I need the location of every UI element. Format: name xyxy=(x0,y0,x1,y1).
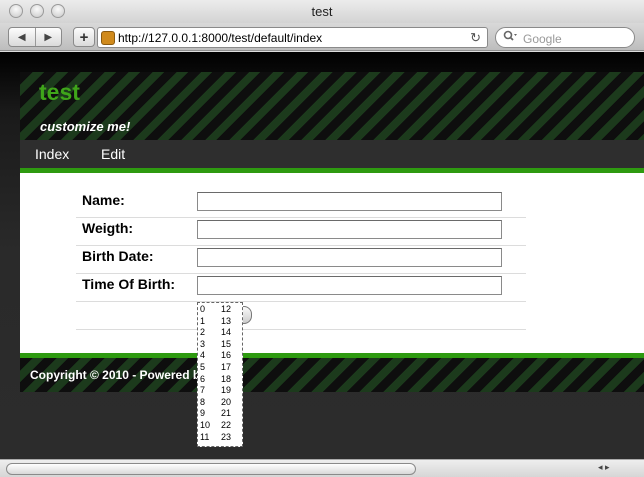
form-row-submit xyxy=(76,302,526,330)
window-title: test xyxy=(311,4,333,19)
reload-icon[interactable]: ↻ xyxy=(470,30,481,46)
hour-option[interactable]: 22 xyxy=(221,420,231,432)
address-bar[interactable]: http://127.0.0.1:8000/test/default/index… xyxy=(97,27,488,48)
hour-option[interactable]: 14 xyxy=(221,327,231,339)
url-text: http://127.0.0.1:8000/test/default/index xyxy=(118,31,323,45)
hour-option[interactable]: 10 xyxy=(200,420,210,432)
hour-option[interactable]: 18 xyxy=(221,374,231,386)
hour-option[interactable]: 3 xyxy=(200,339,210,351)
site-subtitle: customize me! xyxy=(40,119,131,134)
hour-option[interactable]: 6 xyxy=(200,374,210,386)
hours-column-pm: 12 13 14 15 16 17 18 19 20 21 22 23 xyxy=(221,304,231,443)
site-title[interactable]: test xyxy=(39,79,80,106)
hours-column-am: 0 1 2 3 4 5 6 7 8 9 10 11 xyxy=(200,304,210,443)
search-input[interactable]: Google xyxy=(495,27,635,48)
form-row-name: Name: xyxy=(76,190,526,218)
time-of-birth-label: Time Of Birth: xyxy=(82,276,176,292)
favicon-icon xyxy=(101,31,115,45)
hour-option[interactable]: 4 xyxy=(200,350,210,362)
content-area: Name: Weigth: Birth Date: Time Of Birth: xyxy=(20,173,644,353)
menu-item-index[interactable]: Index xyxy=(35,146,69,162)
hour-option[interactable]: 20 xyxy=(221,397,231,409)
browser-toolbar: ◀ ▶ + http://127.0.0.1:8000/test/default… xyxy=(0,23,644,51)
hour-option[interactable]: 2 xyxy=(200,327,210,339)
form-row-birth-date: Birth Date: xyxy=(76,246,526,274)
back-button[interactable]: ◀ xyxy=(9,28,35,46)
hour-option[interactable]: 9 xyxy=(200,408,210,420)
scrollbar-thumb[interactable] xyxy=(6,463,416,475)
time-of-birth-field[interactable] xyxy=(197,276,502,295)
search-icon xyxy=(503,30,518,45)
hour-option[interactable]: 12 xyxy=(221,304,231,316)
page-viewport: test customize me! Index Edit Name: Weig… xyxy=(0,52,644,459)
hour-option[interactable]: 0 xyxy=(200,304,210,316)
weight-label: Weigth: xyxy=(82,220,134,236)
forward-button[interactable]: ▶ xyxy=(34,28,62,46)
menu-item-edit[interactable]: Edit xyxy=(101,146,125,162)
hour-option[interactable]: 5 xyxy=(200,362,210,374)
weight-field[interactable] xyxy=(197,220,502,239)
birth-date-label: Birth Date: xyxy=(82,248,154,264)
horizontal-scrollbar[interactable]: ◂ ▸ xyxy=(0,459,644,477)
hour-option[interactable]: 17 xyxy=(221,362,231,374)
hour-option[interactable]: 16 xyxy=(221,350,231,362)
form-row-weight: Weigth: xyxy=(76,218,526,246)
name-field[interactable] xyxy=(197,192,502,211)
search-placeholder: Google xyxy=(523,32,562,46)
hour-option[interactable]: 1 xyxy=(200,316,210,328)
hour-option[interactable]: 7 xyxy=(200,385,210,397)
hour-option[interactable]: 21 xyxy=(221,408,231,420)
hour-option[interactable]: 19 xyxy=(221,385,231,397)
site-header: test customize me! xyxy=(20,72,644,140)
hour-option[interactable]: 11 xyxy=(200,432,210,444)
birth-date-field[interactable] xyxy=(197,248,502,267)
nav-buttons: ◀ ▶ xyxy=(8,27,62,47)
add-bookmark-button[interactable]: + xyxy=(73,27,95,47)
hour-option[interactable]: 8 xyxy=(200,397,210,409)
copyright-text: Copyright © 2010 - Powered by xyxy=(30,368,207,382)
scroll-arrows[interactable]: ◂ ▸ xyxy=(598,462,610,473)
hour-option[interactable]: 13 xyxy=(221,316,231,328)
time-picker-popup: 0 1 2 3 4 5 6 7 8 9 10 11 12 13 14 15 16 17 18 19 20 21 22 23 xyxy=(197,302,243,447)
hour-option[interactable]: 23 xyxy=(221,432,231,444)
main-menu: Index Edit xyxy=(20,140,644,168)
hour-option[interactable]: 15 xyxy=(221,339,231,351)
site-footer: Copyright © 2010 - Powered by xyxy=(20,358,644,392)
name-label: Name: xyxy=(82,192,125,208)
title-bar: test xyxy=(0,0,644,23)
form-row-time-of-birth: Time Of Birth: xyxy=(76,274,526,302)
